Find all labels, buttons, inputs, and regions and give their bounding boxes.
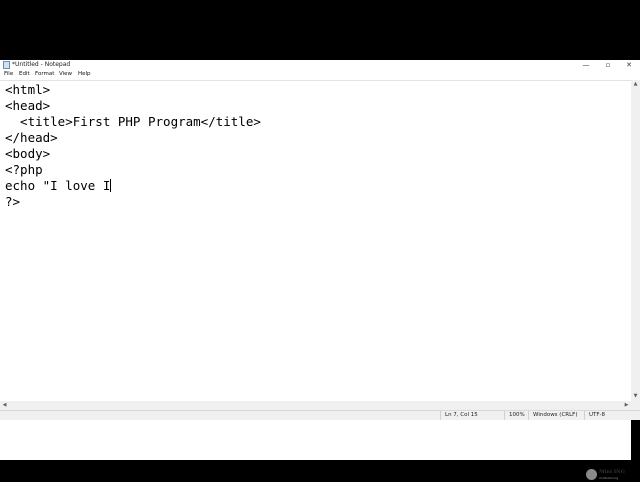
vertical-scrollbar[interactable]: ▲ ▼ [631,80,640,410]
window-title: *Untitled - Notepad [12,61,71,68]
maximize-button[interactable]: ▫ [597,60,619,70]
menu-help[interactable]: Help [78,70,91,79]
encoding: UTF-8 [584,411,634,420]
code-line: <html> [5,82,51,97]
chevron-right-icon[interactable]: ▶ [622,401,631,410]
status-bar: Ln 7, Col 15 100% Windows (CRLF) UTF-8 [0,410,640,420]
menu-format[interactable]: Format [35,70,54,79]
code-line: echo "I love I [5,178,111,193]
chevron-down-icon[interactable]: ▼ [631,392,640,401]
chevron-left-icon[interactable]: ◀ [0,401,9,410]
code-line: </head> [5,130,58,145]
line-endings: Windows (CRLF) [528,411,584,420]
watermark-subtext: minitutor.ing [599,476,619,480]
close-button[interactable]: ✕ [618,60,640,70]
watermark-icon [586,469,597,480]
horizontal-scrollbar[interactable]: ◀ ▶ [0,401,631,410]
code-line: ?> [5,194,21,209]
code-line: <title>First PHP Program</title> [5,114,261,129]
text-cursor [110,179,112,192]
cursor-position: Ln 7, Col 15 [440,411,504,420]
title-bar[interactable]: *Untitled - Notepad — ▫ ✕ [0,60,640,70]
menu-edit[interactable]: Edit [19,70,30,79]
menu-file[interactable]: File [4,70,13,79]
menu-view[interactable]: View [59,70,72,79]
code-line: <body> [5,146,51,161]
menu-bar: File Edit Format View Help [0,70,640,79]
code-line: <?php [5,162,43,177]
watermark-text: Mini ING [599,469,625,475]
notepad-window: *Untitled - Notepad — ▫ ✕ File Edit Form… [0,60,640,480]
minimize-button[interactable]: — [575,60,597,70]
editor-content[interactable]: <html> <head> <title>First PHP Program</… [5,82,261,210]
notepad-icon [3,61,10,69]
zoom-level: 100% [504,411,528,420]
chevron-up-icon[interactable]: ▲ [631,80,640,89]
code-line: <head> [5,98,51,113]
